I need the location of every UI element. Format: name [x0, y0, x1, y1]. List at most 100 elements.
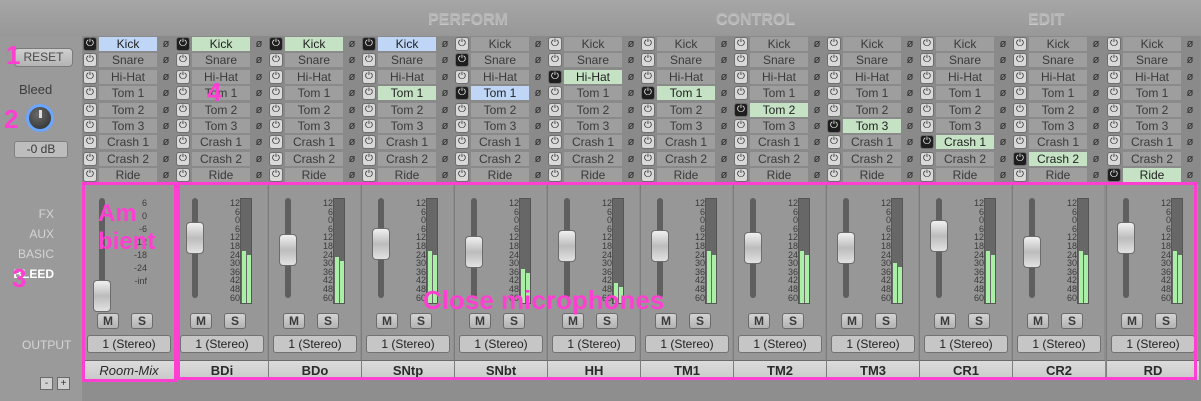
- phase-icon[interactable]: ø: [345, 152, 359, 166]
- routing-label[interactable]: Tom 3: [657, 119, 715, 133]
- phase-icon[interactable]: ø: [531, 53, 545, 67]
- routing-label[interactable]: Hi-Hat: [1029, 69, 1087, 84]
- power-icon[interactable]: ⏻: [548, 37, 562, 51]
- phase-icon[interactable]: ø: [996, 152, 1010, 166]
- routing-label[interactable]: Tom 2: [285, 102, 343, 117]
- routing-label[interactable]: Snare: [192, 53, 250, 68]
- phase-icon[interactable]: ø: [1183, 119, 1197, 133]
- power-icon[interactable]: ⏻: [1107, 102, 1121, 117]
- routing-label[interactable]: Kick: [192, 37, 250, 51]
- routing-label[interactable]: Hi-Hat: [1123, 69, 1181, 84]
- routing-label[interactable]: Crash 1: [192, 135, 250, 150]
- power-icon[interactable]: ⏻: [362, 102, 376, 117]
- routing-label[interactable]: Ride: [192, 168, 250, 183]
- phase-icon[interactable]: ø: [438, 86, 452, 100]
- phase-icon[interactable]: ø: [717, 119, 731, 133]
- power-icon[interactable]: ⏻: [1013, 135, 1027, 150]
- power-icon[interactable]: ⏻: [1107, 53, 1121, 68]
- routing-label[interactable]: Tom 2: [1123, 102, 1181, 117]
- power-icon[interactable]: ⏻: [548, 151, 562, 166]
- power-icon[interactable]: ⏻: [1013, 69, 1027, 84]
- routing-label[interactable]: Tom 3: [192, 119, 250, 133]
- power-icon[interactable]: ⏻: [83, 135, 97, 150]
- phase-icon[interactable]: ø: [159, 86, 173, 100]
- power-icon[interactable]: ⏻: [269, 86, 283, 101]
- phase-icon[interactable]: ø: [624, 168, 638, 182]
- phase-icon[interactable]: ø: [903, 53, 917, 67]
- phase-icon[interactable]: ø: [1089, 53, 1103, 67]
- power-icon[interactable]: ⏻: [548, 135, 562, 150]
- power-icon[interactable]: ⏻: [1013, 119, 1027, 133]
- routing-label[interactable]: Snare: [1029, 53, 1087, 68]
- routing-label[interactable]: Snare: [936, 53, 994, 68]
- phase-icon[interactable]: ø: [1089, 37, 1103, 51]
- routing-label[interactable]: Kick: [750, 37, 808, 51]
- routing-label[interactable]: Snare: [99, 53, 157, 68]
- routing-label[interactable]: Ride: [1029, 168, 1087, 183]
- routing-label[interactable]: Crash 2: [1123, 151, 1181, 166]
- phase-icon[interactable]: ø: [810, 168, 824, 182]
- phase-icon[interactable]: ø: [159, 152, 173, 166]
- power-icon[interactable]: ⏻: [827, 102, 841, 117]
- power-icon[interactable]: ⏻: [1107, 135, 1121, 150]
- power-icon[interactable]: ⏻: [827, 119, 841, 133]
- power-icon[interactable]: ⏻: [641, 69, 655, 84]
- routing-label[interactable]: Ride: [99, 168, 157, 183]
- power-icon[interactable]: ⏻: [455, 135, 469, 150]
- phase-icon[interactable]: ø: [531, 70, 545, 84]
- power-icon[interactable]: ⏻: [641, 37, 655, 51]
- phase-icon[interactable]: ø: [531, 135, 545, 149]
- phase-icon[interactable]: ø: [531, 119, 545, 133]
- phase-icon[interactable]: ø: [252, 152, 266, 166]
- routing-label[interactable]: Tom 3: [843, 119, 901, 133]
- routing-label[interactable]: Hi-Hat: [285, 69, 343, 84]
- phase-icon[interactable]: ø: [624, 135, 638, 149]
- routing-label[interactable]: Ride: [1123, 168, 1181, 183]
- phase-icon[interactable]: ø: [810, 70, 824, 84]
- routing-label[interactable]: Tom 3: [378, 119, 436, 133]
- power-icon[interactable]: ⏻: [455, 102, 469, 117]
- power-icon[interactable]: ⏻: [83, 69, 97, 84]
- phase-icon[interactable]: ø: [810, 152, 824, 166]
- routing-label[interactable]: Snare: [378, 53, 436, 68]
- routing-label[interactable]: Snare: [750, 53, 808, 68]
- phase-icon[interactable]: ø: [717, 135, 731, 149]
- tab-perform[interactable]: PERFORM: [428, 11, 508, 29]
- power-icon[interactable]: ⏻: [269, 69, 283, 84]
- routing-label[interactable]: Snare: [471, 53, 529, 68]
- phase-icon[interactable]: ø: [438, 119, 452, 133]
- routing-label[interactable]: Hi-Hat: [936, 69, 994, 84]
- routing-label[interactable]: Kick: [843, 37, 901, 51]
- phase-icon[interactable]: ø: [1183, 86, 1197, 100]
- tab-aux[interactable]: AUX: [6, 224, 54, 244]
- routing-label[interactable]: Tom 3: [1029, 119, 1087, 133]
- phase-icon[interactable]: ø: [996, 119, 1010, 133]
- phase-icon[interactable]: ø: [903, 135, 917, 149]
- power-icon[interactable]: ⏻: [83, 119, 97, 133]
- power-icon[interactable]: ⏻: [548, 86, 562, 101]
- power-icon[interactable]: ⏻: [362, 135, 376, 150]
- power-icon[interactable]: ⏻: [83, 37, 97, 51]
- phase-icon[interactable]: ø: [438, 152, 452, 166]
- routing-label[interactable]: Snare: [285, 53, 343, 68]
- power-icon[interactable]: ⏻: [1013, 151, 1027, 166]
- power-icon[interactable]: ⏻: [641, 86, 655, 101]
- phase-icon[interactable]: ø: [1089, 86, 1103, 100]
- phase-icon[interactable]: ø: [717, 152, 731, 166]
- routing-label[interactable]: Crash 1: [750, 135, 808, 150]
- routing-label[interactable]: Crash 2: [285, 151, 343, 166]
- power-icon[interactable]: ⏻: [455, 69, 469, 84]
- power-icon[interactable]: ⏻: [827, 86, 841, 101]
- phase-icon[interactable]: ø: [624, 119, 638, 133]
- phase-icon[interactable]: ø: [252, 103, 266, 117]
- phase-icon[interactable]: ø: [810, 53, 824, 67]
- phase-icon[interactable]: ø: [1183, 37, 1197, 51]
- phase-icon[interactable]: ø: [624, 37, 638, 51]
- power-icon[interactable]: ⏻: [734, 37, 748, 51]
- phase-icon[interactable]: ø: [159, 168, 173, 182]
- power-icon[interactable]: ⏻: [83, 168, 97, 183]
- power-icon[interactable]: ⏻: [1107, 119, 1121, 133]
- tab-control[interactable]: CONTROL: [716, 11, 795, 29]
- power-icon[interactable]: ⏻: [641, 53, 655, 68]
- routing-label[interactable]: Crash 1: [471, 135, 529, 150]
